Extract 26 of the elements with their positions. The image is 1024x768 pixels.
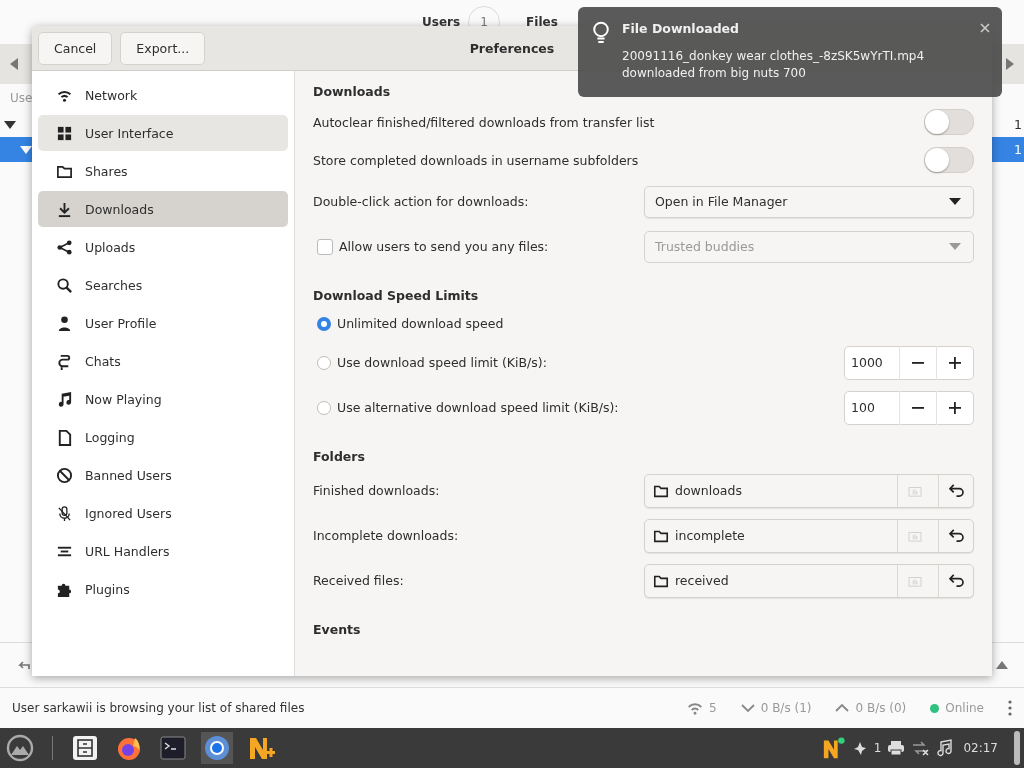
radio-label: Use alternative download speed limit (KiB/s):	[337, 400, 619, 415]
setting-label: Received files:	[313, 573, 404, 588]
counter-label: Users	[422, 15, 461, 29]
section-heading: Downloads	[313, 83, 392, 99]
notification-count: 1	[873, 741, 882, 755]
setting-label: Double-click action for downloads:	[313, 194, 529, 209]
upload-speed: 0 B/s (0)	[855, 701, 907, 715]
setting-label: Allow users to send you any files:	[339, 239, 549, 254]
radio-label: Use download speed limit (KiB/s):	[337, 355, 547, 370]
notification-message: 20091116_donkey wear clothes_-8zSK5wYrTI.mp4 downloaded from big nuts 700	[622, 48, 926, 82]
setting-label: Incomplete downloads:	[313, 528, 459, 543]
setting-label: Store completed downloads in username subfolders	[313, 152, 639, 168]
row-count: 1	[1014, 142, 1022, 157]
counter-label: Files	[526, 15, 558, 29]
section-heading: Events	[313, 621, 362, 637]
status-message: User sarkawii is browsing your list of shared files	[12, 701, 305, 715]
setting-label: Finished downloads:	[313, 483, 440, 498]
dialog-title: Preferences	[469, 40, 555, 56]
section-heading: Download Speed Limits	[313, 287, 480, 303]
download-speed: 0 B/s (1)	[760, 701, 812, 715]
section-heading: Folders	[313, 448, 366, 464]
row-count: 1	[1014, 117, 1022, 132]
notification-title: File Downloaded	[622, 21, 741, 36]
users-count: 5	[709, 701, 717, 715]
setting-label: Autoclear finished/filtered downloads from transfer list	[313, 114, 655, 130]
radio-label: Unlimited download speed	[337, 316, 504, 331]
